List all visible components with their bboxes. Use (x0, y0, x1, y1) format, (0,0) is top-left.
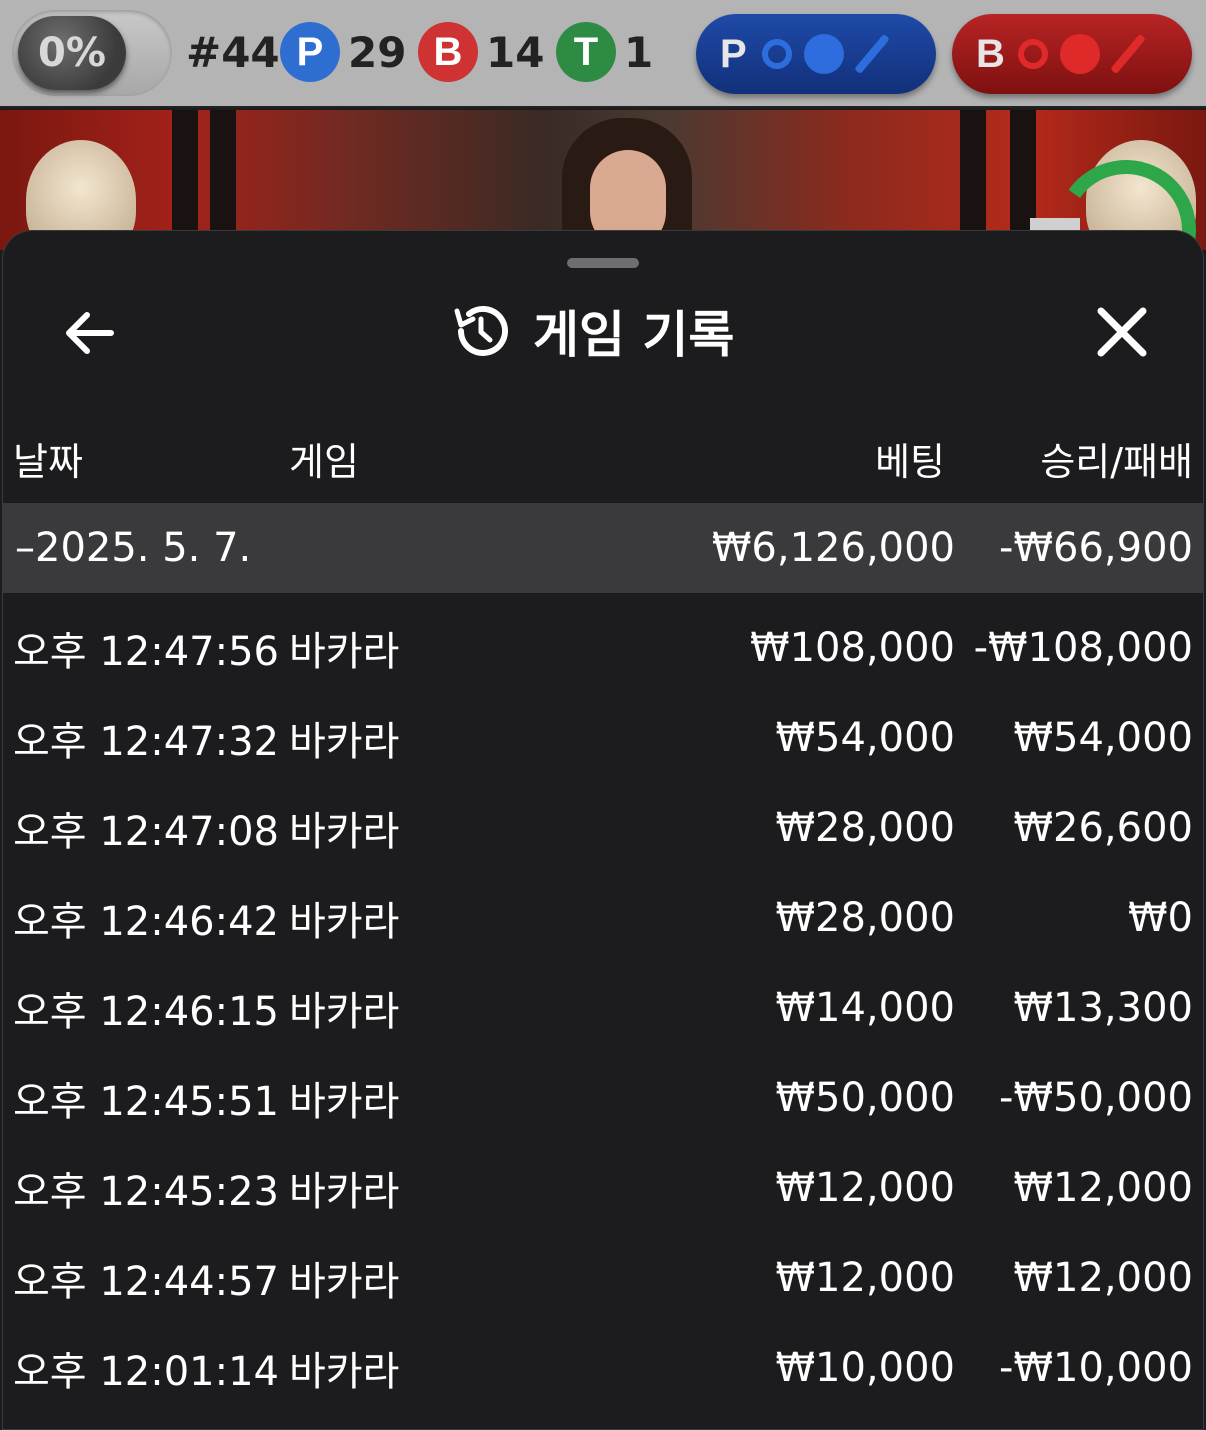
row-bet: ₩54,000 (775, 715, 955, 761)
row-time: 오후 12:46:15 (13, 989, 279, 1035)
row-result: ₩13,300 (1013, 985, 1193, 1031)
row-time: 오후 12:46:42 (13, 899, 279, 945)
date-group-label: –2025. 5. 7. (15, 525, 252, 571)
history-row[interactable]: 오후 12:45:51 바카라 ₩50,000 -₩50,000 (3, 1053, 1203, 1143)
history-row[interactable]: 오후 12:46:42 바카라 ₩28,000 ₩0 (3, 873, 1203, 963)
game-history-sheet: 게임 기록 날짜 게임 베팅 승리/패배 –2025. 5. 7. ₩6,126… (2, 230, 1204, 1430)
row-game: 바카라 (289, 1259, 400, 1305)
player-count: 29 (348, 27, 407, 77)
close-button[interactable] (1087, 297, 1157, 367)
banker-badge: B (418, 22, 478, 82)
row-bet: ₩12,000 (775, 1255, 955, 1301)
banker-stat: B 14 (418, 22, 544, 82)
row-result: ₩26,600 (1013, 805, 1193, 851)
row-game: 바카라 (289, 899, 400, 945)
player-stat: P 29 (280, 22, 406, 82)
row-game: 바카라 (289, 629, 400, 675)
round-number: #44 (186, 27, 280, 77)
player-ask-button[interactable]: P (696, 14, 936, 94)
percent-toggle[interactable]: 0% (12, 10, 172, 96)
big-road-ring-icon (762, 39, 792, 69)
big-road-ring-icon (1018, 39, 1048, 69)
date-group-row[interactable]: –2025. 5. 7. ₩6,126,000 -₩66,900 (3, 503, 1203, 593)
history-row[interactable]: 오후 12:45:23 바카라 ₩12,000 ₩12,000 (3, 1143, 1203, 1233)
row-result: ₩12,000 (1013, 1165, 1193, 1211)
date-group-winloss-total: -₩66,900 (999, 525, 1193, 571)
row-time: 오후 12:45:23 (13, 1169, 279, 1215)
row-bet: ₩108,000 (750, 625, 955, 671)
history-row[interactable]: 오후 12:44:57 바카라 ₩12,000 ₩12,000 (3, 1233, 1203, 1323)
history-row[interactable]: 오후 12:01:14 바카라 ₩10,000 -₩10,000 (3, 1323, 1203, 1413)
column-header-game: 게임 (289, 440, 359, 484)
player-ask-label: P (720, 31, 747, 76)
history-row[interactable]: 오후 12:47:08 바카라 ₩28,000 ₩26,600 (3, 783, 1203, 873)
live-video (0, 110, 1206, 250)
roadmap-stats-bar: 0% #44 P 29 B 14 T 1 P B (0, 0, 1206, 108)
row-game: 바카라 (289, 1169, 400, 1215)
row-game: 바카라 (289, 1349, 400, 1395)
column-header-date: 날짜 (13, 440, 83, 484)
row-bet: ₩12,000 (775, 1165, 955, 1211)
row-result: -₩108,000 (973, 625, 1193, 671)
row-game: 바카라 (289, 809, 400, 855)
row-bet: ₩28,000 (775, 895, 955, 941)
row-time: 오후 12:01:14 (13, 1349, 279, 1395)
row-game: 바카라 (289, 1079, 400, 1125)
row-result: ₩54,000 (1013, 715, 1193, 761)
screen-panel (172, 110, 198, 250)
big-eye-dot-icon (804, 34, 844, 74)
row-bet: ₩14,000 (775, 985, 955, 1031)
row-time: 오후 12:45:51 (13, 1079, 279, 1125)
row-time: 오후 12:47:32 (13, 719, 279, 765)
row-result: ₩0 (1128, 895, 1193, 941)
row-result: ₩12,000 (1013, 1255, 1193, 1301)
close-icon (1097, 307, 1147, 357)
tie-badge: T (556, 22, 616, 82)
player-badge: P (280, 22, 340, 82)
row-game: 바카라 (289, 719, 400, 765)
history-icon (454, 305, 508, 356)
row-time: 오후 12:44:57 (13, 1259, 279, 1305)
cockroach-slash-icon (1110, 33, 1146, 75)
date-group-bet-total: ₩6,126,000 (711, 525, 955, 571)
banker-ask-button[interactable]: B (952, 14, 1192, 94)
banker-count: 14 (486, 27, 545, 77)
history-row[interactable]: 오후 12:46:15 바카라 ₩14,000 ₩13,300 (3, 963, 1203, 1053)
row-game: 바카라 (289, 989, 400, 1035)
sheet-drag-handle[interactable] (567, 258, 639, 268)
row-time: 오후 12:47:56 (13, 629, 279, 675)
row-result: -₩50,000 (999, 1075, 1193, 1121)
row-bet: ₩28,000 (775, 805, 955, 851)
tie-stat: T 1 (556, 22, 653, 82)
row-result: -₩10,000 (999, 1345, 1193, 1391)
big-eye-dot-icon (1060, 34, 1100, 74)
history-row[interactable]: 오후 12:47:56 바카라 ₩108,000 -₩108,000 (3, 603, 1203, 693)
sheet-title-text: 게임 기록 (533, 306, 735, 364)
back-button[interactable] (59, 301, 123, 365)
back-arrow-icon (66, 312, 114, 354)
history-list: 오후 12:47:56 바카라 ₩108,000 -₩108,000 오후 12… (3, 603, 1203, 1413)
row-bet: ₩10,000 (775, 1345, 955, 1391)
screen-panel (210, 110, 236, 250)
row-bet: ₩50,000 (775, 1075, 955, 1121)
cockroach-slash-icon (854, 33, 890, 75)
row-time: 오후 12:47:08 (13, 809, 279, 855)
banker-ask-label: B (976, 31, 1005, 76)
percent-label: 0% (18, 16, 126, 90)
sheet-title: 게임 기록 (449, 293, 734, 369)
screen-panel (960, 110, 986, 250)
column-header-winloss: 승리/패배 (1040, 440, 1193, 484)
history-row[interactable]: 오후 12:47:32 바카라 ₩54,000 ₩54,000 (3, 693, 1203, 783)
tie-count: 1 (624, 27, 654, 77)
column-header-bet: 베팅 (875, 440, 945, 484)
